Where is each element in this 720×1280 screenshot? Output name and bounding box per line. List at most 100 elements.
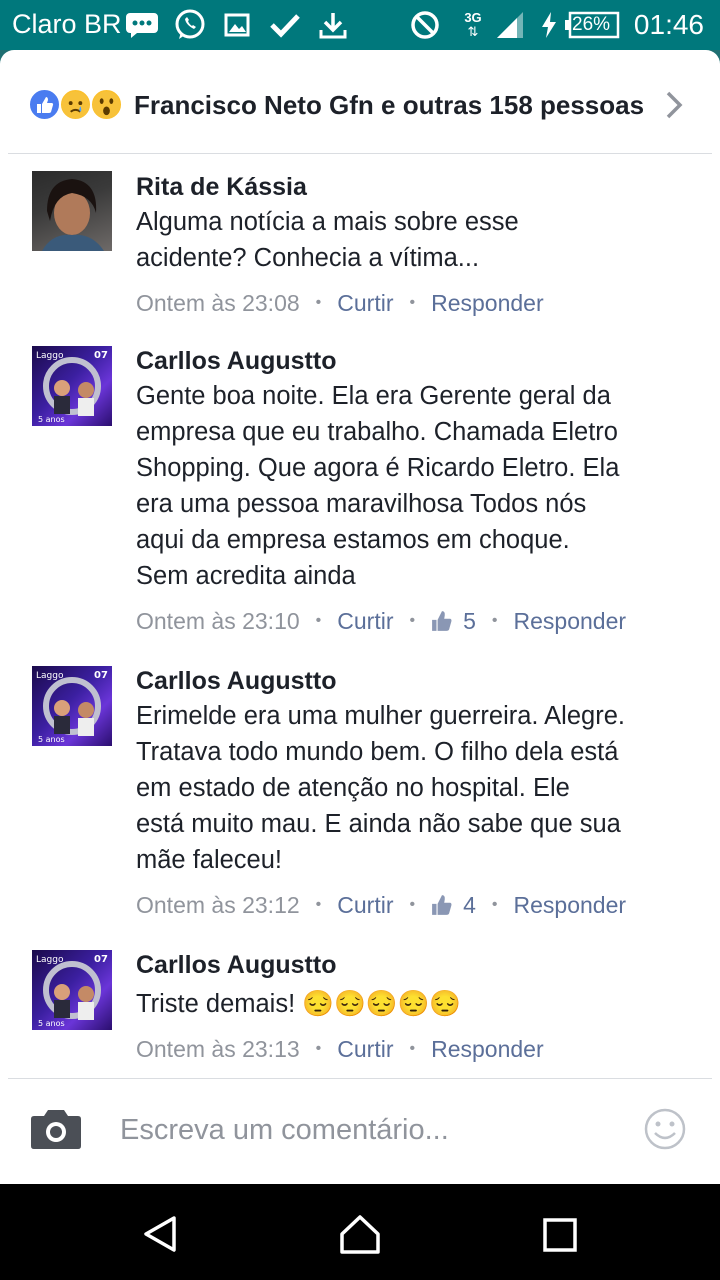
separator-dot: • — [409, 612, 416, 629]
comment-input[interactable] — [120, 1110, 620, 1150]
comment-time[interactable]: Ontem às 23:10 — [136, 608, 300, 635]
separator-dot: • — [409, 294, 416, 311]
like-button[interactable]: Curtir — [337, 1036, 393, 1063]
separator-dot: • — [315, 612, 322, 629]
comment-meta: Ontem às 23:13 • Curtir • Responder — [136, 1034, 700, 1064]
separator-dot: • — [315, 896, 322, 913]
reply-button[interactable]: Responder — [514, 892, 627, 919]
like-count-value: 5 — [463, 607, 476, 634]
comment-meta: Ontem às 23:08 • Curtir • Responder — [136, 288, 700, 318]
gallery-icon — [222, 8, 252, 42]
like-count[interactable]: 4 — [431, 892, 476, 919]
download-icon — [316, 8, 350, 42]
comment-line: era uma pessoa maravilhosa Todos nós — [136, 490, 587, 518]
wow-reaction-icon — [90, 88, 123, 121]
message-icon — [124, 8, 160, 42]
comment-author[interactable]: Carllos Augustto — [136, 344, 700, 378]
comment-time[interactable]: Ontem às 23:12 — [136, 892, 300, 919]
back-icon[interactable] — [140, 1214, 180, 1259]
comment-line: Shopping. Que agora é Ricardo Eletro. El… — [136, 454, 620, 482]
comment-author[interactable]: Rita de Kássia — [136, 170, 700, 204]
battery-percent: 26% — [572, 14, 611, 35]
network-label: 3G — [464, 10, 482, 25]
avatar[interactable] — [32, 171, 112, 251]
network-3g-icon: 3G ⇅ — [464, 10, 482, 39]
carrier-label: Claro BR — [12, 9, 122, 39]
reactions-summary-text: Francisco Neto Gfn e outras 158 pessoas — [134, 90, 645, 120]
like-reaction-icon — [28, 88, 61, 121]
do-not-disturb-icon — [408, 8, 442, 42]
reply-button[interactable]: Responder — [431, 1036, 544, 1063]
comment-line: está muito mau. E ainda não sabe que sua — [136, 810, 621, 838]
like-button[interactable]: Curtir — [337, 608, 393, 635]
comment-line: mãe faleceu! — [136, 846, 283, 874]
separator-dot: • — [315, 294, 322, 311]
comment-meta: Ontem às 23:12 • Curtir • 4 • Responder — [136, 890, 700, 920]
charging-icon — [538, 8, 560, 42]
avatar[interactable]: Laggo 07 5 anos — [32, 666, 112, 746]
comment-line: Triste demais! 😔😔😔😔😔 — [136, 990, 462, 1018]
recents-icon[interactable] — [542, 1217, 578, 1258]
reply-button[interactable]: Responder — [431, 290, 544, 317]
chevron-right-icon[interactable] — [664, 90, 684, 125]
comment-body: Carllos Augustto Triste demais! 😔😔😔😔😔 On… — [136, 948, 700, 1064]
check-icon — [268, 8, 302, 42]
comment-line: acidente? Conhecia a vítima... — [136, 244, 480, 272]
like-count-value: 4 — [463, 891, 476, 918]
comment-line: em estado de atenção no hospital. Ele — [136, 774, 570, 802]
emoji-icon[interactable] — [644, 1108, 686, 1155]
svg-text:07: 07 — [94, 350, 108, 361]
svg-text:5 anos: 5 anos — [38, 1019, 65, 1028]
svg-text:5 anos: 5 anos — [38, 415, 65, 424]
reactions-summary[interactable]: Francisco Neto Gfn e outras 158 pessoas — [0, 50, 720, 154]
svg-text:07: 07 — [94, 954, 108, 965]
comment-composer — [0, 1080, 720, 1184]
reaction-icons — [28, 88, 123, 122]
comment-line: Sem acredita ainda — [136, 562, 356, 590]
whatsapp-icon — [172, 8, 208, 42]
separator-dot: • — [315, 1040, 322, 1057]
comment-text: Gente boa noite. Ela era Gerente geral d… — [136, 378, 700, 594]
svg-text:Laggo: Laggo — [36, 671, 64, 681]
comment-text: Erimelde era uma mulher guerreira. Alegr… — [136, 698, 700, 878]
like-count[interactable]: 5 — [431, 608, 476, 635]
composer-divider — [8, 1078, 712, 1079]
comment-line: aqui da empresa estamos em choque. — [136, 526, 570, 554]
comment-line: Alguma notícia a mais sobre esse — [136, 208, 519, 236]
comment-text: Triste demais! 😔😔😔😔😔 — [136, 986, 700, 1022]
comment-meta: Ontem às 23:10 • Curtir • 5 • Responder — [136, 606, 700, 636]
avatar[interactable]: Laggo 07 5 anos — [32, 346, 112, 426]
comment-text: Alguma notícia a mais sobre esse acident… — [136, 204, 700, 276]
sad-reaction-icon — [59, 88, 92, 121]
comment-line: Gente boa noite. Ela era Gerente geral d… — [136, 382, 611, 410]
comment-author[interactable]: Carllos Augustto — [136, 664, 700, 698]
svg-text:Laggo: Laggo — [36, 351, 64, 361]
svg-text:Laggo: Laggo — [36, 955, 64, 965]
svg-text:5 anos: 5 anos — [38, 735, 65, 744]
comment-author[interactable]: Carllos Augustto — [136, 948, 700, 982]
reply-button[interactable]: Responder — [514, 608, 627, 635]
camera-icon[interactable] — [30, 1108, 82, 1155]
comment-line: Tratava todo mundo bem. O filho dela est… — [136, 738, 619, 766]
like-button[interactable]: Curtir — [337, 892, 393, 919]
separator-dot: • — [491, 896, 498, 913]
separator-dot: • — [409, 896, 416, 913]
comment-line: Erimelde era uma mulher guerreira. Alegr… — [136, 702, 625, 730]
like-button[interactable]: Curtir — [337, 290, 393, 317]
comment-line: empresa que eu trabalho. Chamada Eletro — [136, 418, 618, 446]
navigation-bar — [0, 1184, 720, 1280]
comment-time[interactable]: Ontem às 23:08 — [136, 290, 300, 317]
comment-body: Carllos Augustto Gente boa noite. Ela er… — [136, 344, 700, 636]
comment-body: Carllos Augustto Erimelde era uma mulher… — [136, 664, 700, 920]
header-divider — [8, 153, 712, 154]
thumbs-up-icon — [432, 895, 452, 915]
separator-dot: • — [409, 1040, 416, 1057]
svg-text:07: 07 — [94, 670, 108, 681]
home-icon[interactable] — [338, 1214, 382, 1259]
clock: 01:46 — [633, 9, 704, 40]
separator-dot: • — [491, 612, 498, 629]
thumbs-up-icon — [432, 611, 452, 631]
avatar[interactable]: Laggo 07 5 anos — [32, 950, 112, 1030]
comment-time[interactable]: Ontem às 23:13 — [136, 1036, 300, 1063]
signal-icon — [494, 8, 526, 42]
